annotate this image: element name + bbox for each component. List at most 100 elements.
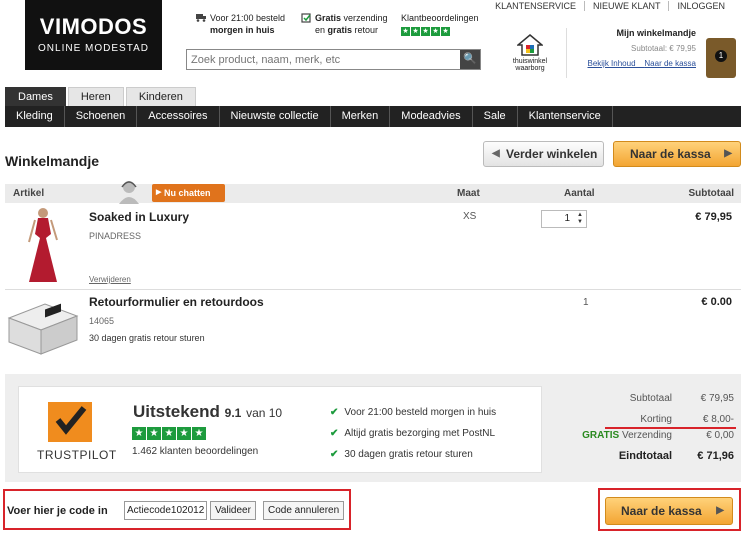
product-image-return-box [5,296,80,358]
waarborg-house-icon [515,34,545,56]
main-nav: Kleding Schoenen Accessoires Nieuwste co… [5,106,741,127]
search-icon: 🔍 [463,53,477,65]
product-image-dress[interactable] [5,204,80,287]
waarborg-line1: thuiswinkel [512,58,548,65]
checkout-button-top[interactable]: Naar de kassa ▶ [613,141,741,167]
site-logo[interactable]: VIMODOS ONLINE MODESTAD [25,0,162,70]
subtotal-value: € 79,95 [700,393,734,404]
nav-schoenen[interactable]: Schoenen [65,106,138,127]
item-size: XS [463,211,477,222]
nav-klantenservice[interactable]: Klantenservice [518,106,613,127]
trustpilot-review-count[interactable]: 1.462 klanten beoordelingen [132,446,258,457]
subtotal-label: Subtotaal [629,393,672,404]
shopping-bag-icon[interactable]: 1 [706,38,736,78]
shipping-label: Verzending [619,430,672,441]
usp-reviews[interactable]: Klantbeoordelingen ★ ★ ★ ★ ★ [401,12,479,36]
rating-score: 9.1 [224,406,242,420]
rating-score-suffix: van 10 [246,406,283,420]
remove-link[interactable]: Verwijderen [89,275,131,284]
nav-accessoires[interactable]: Accessoires [137,106,220,127]
top-links: KLANTENSERVICE NIEUWE KLANT INLOGGEN [487,1,733,11]
checkout-label-bottom: Naar de kassa [621,504,702,518]
link-inloggen[interactable]: INLOGGEN [668,1,733,11]
item-quantity: 1 [583,297,589,308]
usp-delivery-line2: morgen in huis [210,25,275,35]
search-button[interactable]: 🔍 [460,50,480,69]
usp2-bold: Gratis [315,13,342,23]
usp2-line2-pre: en [315,25,328,35]
quantity-value: 1 [564,213,570,224]
waarborg-line2: waarborg [515,65,545,72]
truck-icon [196,14,206,22]
trustpilot-stars: ★ ★ ★ ★ ★ [132,427,206,440]
link-klantenservice[interactable]: KLANTENSERVICE [487,1,584,11]
coupon-label: Voer hier je code in [7,505,108,517]
item-name[interactable]: Soaked in Luxury [89,210,189,224]
nav-modeadvies[interactable]: Modeadvies [390,106,473,127]
tab-heren[interactable]: Heren [67,87,124,106]
grand-total-label: Eindtotaal [618,450,672,462]
nav-nieuwste-collectie[interactable]: Nieuwste collectie [220,106,331,127]
trustpilot-brand: TRUSTPILOT [37,448,117,462]
shipping-free-label: GRATIS [582,430,620,441]
return-box-image [7,303,79,355]
mini-cart: Mijn winkelmandje Subtotaal: € 79,95 Bek… [566,28,696,78]
dress-image [28,208,58,282]
usp-delivery: Voor 21:00 besteld morgen in huis [196,12,285,36]
coupon-code-input[interactable]: Actiecode102012 [124,501,207,520]
mini-cart-view-link[interactable]: Bekijk Inhoud [587,59,635,68]
discount-highlight-underline [605,427,736,429]
mini-cart-title[interactable]: Mijn winkelmandje [567,28,696,38]
checkmark-icon: ✔ [330,449,339,460]
return-box-icon [301,13,311,23]
benefit-item: ✔ Altijd gratis bezorging met PostNL [330,428,496,439]
arrow-right-icon: ▶ [724,148,732,159]
mini-cart-subtotal: Subtotaal: € 79,95 [631,44,696,53]
benefit-item: ✔ 30 dagen gratis retour sturen [330,449,473,460]
usp2-rest: verzending [341,13,388,23]
usp2-line2-bold: gratis [327,25,353,35]
cart-table-header: Artikel Maat Aantal Subtotaal [5,184,741,203]
search-input[interactable] [187,50,457,69]
link-nieuwe-klant[interactable]: NIEUWE KLANT [583,1,669,11]
usp-reviews-label: Klantbeoordelingen [401,13,479,23]
trustpilot-rating: Uitstekend 9.1 van 10 [133,402,282,422]
item-note: 30 dagen gratis retour sturen [89,333,205,343]
validate-coupon-button[interactable]: Valideer [210,501,256,520]
quantity-stepper[interactable]: 1 ▲ ▼ [541,210,587,228]
grand-total-value: € 71,96 [697,450,734,462]
nav-sale[interactable]: Sale [473,106,518,127]
trustpilot-logo-icon [48,402,92,442]
tab-dames[interactable]: Dames [5,87,66,106]
chat-arrow-icon: ▶ [156,189,162,196]
cancel-coupon-button[interactable]: Code annuleren [263,501,345,520]
item-price: € 79,95 [695,211,732,223]
checkout-button-bottom[interactable]: Naar de kassa ▶ [605,497,733,525]
thuiswinkel-waarborg-badge[interactable]: thuiswinkel waarborg [510,34,550,72]
stepper-arrows-icon[interactable]: ▲ ▼ [575,212,585,226]
tab-kinderen[interactable]: Kinderen [125,87,196,106]
continue-shopping-label: Verder winkelen [506,147,598,161]
cart-count-badge: 1 [715,50,727,62]
checkmark-icon: ✔ [330,428,339,439]
usp2-line2-post: retour [352,25,379,35]
nav-merken[interactable]: Merken [331,106,391,127]
col-maat: Maat [457,188,480,199]
item-brand: PINADRESS [89,231,142,241]
chat-now-button[interactable]: ▶ Nu chatten [152,184,225,202]
page-title: Winkelmandje [5,153,100,169]
rating-word: Uitstekend [133,402,220,421]
nav-kleding[interactable]: Kleding [5,106,65,127]
logo-main-text: VIMODOS [39,14,148,39]
mini-cart-checkout-link[interactable]: Naar de kassa [644,59,696,68]
chat-agent-icon [119,181,139,204]
gender-tabs: Dames Heren Kinderen [5,87,196,106]
chat-now-label: Nu chatten [164,188,211,198]
arrow-right-icon: ▶ [716,505,724,516]
continue-shopping-button[interactable]: ◀ Verder winkelen [483,141,604,167]
totals-table: Subtotaal € 79,95 Korting € 8,00- GRATIS V… [560,393,734,466]
logo-sub-text: ONLINE MODESTAD [38,43,149,54]
checkmark-icon: ✔ [330,407,339,418]
search-bar: 🔍 [186,49,481,70]
item-name: Retourformulier en retourdoos [89,295,264,309]
